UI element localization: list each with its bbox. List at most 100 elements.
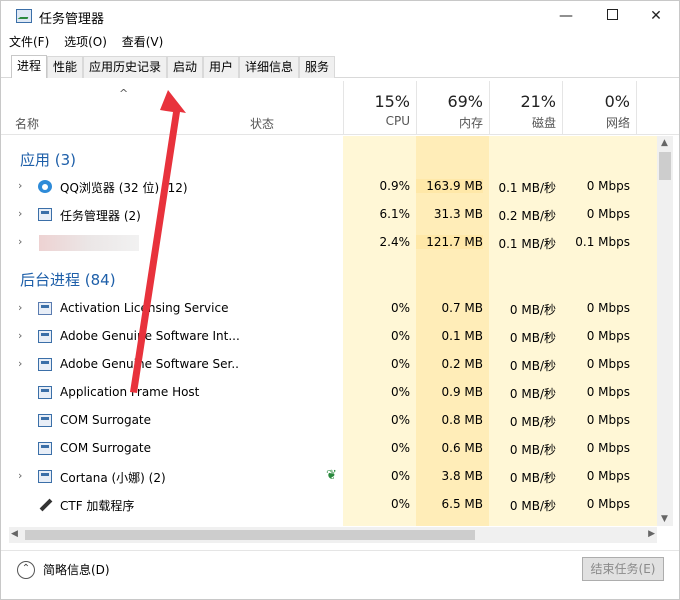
tab-services[interactable]: 服务	[299, 56, 336, 78]
expand-chevron-icon[interactable]: ›	[18, 469, 22, 482]
process-name: QQ浏览器 (32 位) (12)	[60, 181, 188, 195]
memory-cell: 0.8 MB	[441, 413, 483, 427]
memory-cell: 163.9 MB	[416, 179, 483, 193]
scroll-up-icon[interactable]: ▲	[661, 138, 668, 148]
scroll-left-icon[interactable]: ◀	[11, 529, 18, 539]
table-row[interactable]: › 任务管理器 (2) 6.1% 31.3 MB 0.2 MB/秒 0 Mbps	[1, 201, 657, 229]
cpu-cell: 0.9%	[379, 179, 411, 193]
tab-app-history[interactable]: 应用历史记录	[83, 56, 168, 78]
horizontal-scroll-thumb[interactable]	[25, 530, 475, 540]
process-name: Activation Licensing Service	[60, 301, 229, 315]
menu-file[interactable]: 文件(F)	[9, 33, 49, 51]
horizontal-scrollbar[interactable]: ◀ ▶	[9, 527, 657, 543]
scroll-down-icon[interactable]: ▼	[661, 514, 668, 524]
minimize-button[interactable]: —	[543, 1, 589, 31]
disk-cell: 0 MB/秒	[509, 443, 556, 457]
window-icon	[38, 386, 52, 399]
network-cell: 0 Mbps	[586, 441, 630, 455]
tab-processes[interactable]: 进程	[11, 55, 48, 78]
expand-chevron-icon[interactable]: ›	[18, 329, 22, 342]
table-row[interactable]: › QQ浏览器 (32 位) (12) 0.9% 163.9 MB 0.1 MB…	[1, 173, 657, 201]
menu-options[interactable]: 选项(O)	[64, 33, 107, 51]
expand-chevron-icon[interactable]: ›	[18, 235, 22, 248]
expand-chevron-icon[interactable]: ›	[18, 207, 22, 220]
tab-users[interactable]: 用户	[203, 56, 240, 78]
menu-view[interactable]: 查看(V)	[122, 33, 164, 51]
memory-cell: 0.1 MB	[441, 329, 483, 343]
vertical-scrollbar[interactable]: ▲ ▼	[657, 136, 673, 526]
scroll-right-icon[interactable]: ▶	[648, 529, 655, 539]
table-row[interactable]: › 2.4% 121.7 MB 0.1 MB/秒 0.1 Mbps	[1, 229, 657, 257]
cpu-cell: 0%	[390, 357, 410, 371]
memory-cell: 6.5 MB	[441, 497, 483, 511]
tab-details[interactable]: 详细信息	[239, 56, 300, 78]
cpu-cell: 0%	[390, 413, 410, 427]
header-cpu[interactable]: 15% CPU	[343, 81, 416, 135]
tab-bar: 进程 性能 应用历史记录 启动 用户 详细信息 服务	[1, 55, 679, 78]
network-cell: 0 Mbps	[586, 497, 630, 511]
table-row[interactable]: › Activation Licensing Service 0% 0.7 MB…	[1, 295, 657, 323]
maximize-button[interactable]	[589, 1, 635, 31]
table-row[interactable]: › Cortana (小娜) (2) ❦ 0% 3.8 MB 0 MB/秒 0 …	[1, 463, 657, 491]
table-row[interactable]: › Adobe Genuine Software Int... 0% 0.1 M…	[1, 323, 657, 351]
disk-cell: 0 MB/秒	[509, 415, 556, 429]
header-network[interactable]: 0% 网络	[562, 81, 636, 135]
qq-browser-icon	[38, 180, 52, 193]
disk-cell: 0.2 MB/秒	[498, 209, 556, 223]
table-row[interactable]: COM Surrogate 0% 0.8 MB 0 MB/秒 0 Mbps	[1, 407, 657, 435]
end-task-button[interactable]: 结束任务(E)	[582, 557, 664, 581]
network-cell: 0 Mbps	[586, 385, 630, 399]
header-status[interactable]: 状态	[250, 115, 274, 132]
network-cell: 0.1 Mbps	[575, 235, 630, 249]
tab-performance[interactable]: 性能	[47, 56, 84, 78]
task-manager-app-icon	[16, 9, 32, 23]
task-manager-window: 任务管理器 — ✕ 文件(F) 选项(O) 查看(V) 进程 性能 应用历史记录…	[0, 0, 680, 600]
expand-chevron-icon[interactable]: ›	[18, 179, 22, 192]
network-cell: 0 Mbps	[586, 469, 630, 483]
title-bar[interactable]: 任务管理器 — ✕	[1, 1, 679, 31]
network-cell: 0 Mbps	[586, 413, 630, 427]
network-cell: 0 Mbps	[586, 207, 630, 221]
column-header: ^ 名称 状态 15% CPU 69% 内存 21% 磁盘 0% 网络	[1, 81, 679, 135]
table-row[interactable]: CTF 加载程序 0% 6.5 MB 0 MB/秒 0 Mbps	[1, 491, 657, 519]
table-row[interactable]: Application Frame Host 0% 0.9 MB 0 MB/秒 …	[1, 379, 657, 407]
section-row-apps[interactable]: 应用 (3)	[1, 144, 657, 172]
network-cell: 0 Mbps	[586, 179, 630, 193]
cpu-cell: 0%	[390, 469, 410, 483]
disk-cell: 0 MB/秒	[509, 331, 556, 345]
table-row[interactable]: COM Surrogate 0% 0.6 MB 0 MB/秒 0 Mbps	[1, 435, 657, 463]
tab-startup[interactable]: 启动	[167, 56, 204, 78]
vertical-scroll-thumb[interactable]	[659, 152, 671, 180]
section-title-apps: 应用 (3)	[20, 151, 77, 169]
close-button[interactable]: ✕	[633, 1, 679, 31]
header-cpu-label: CPU	[385, 114, 410, 128]
section-row-background[interactable]: 后台进程 (84)	[1, 266, 657, 294]
sort-arrow-icon: ^	[119, 87, 129, 100]
header-memory[interactable]: 69% 内存	[416, 81, 489, 135]
process-name: Application Frame Host	[60, 385, 200, 399]
maximize-icon	[606, 9, 618, 20]
memory-cell: 0.7 MB	[441, 301, 483, 315]
expand-chevron-icon[interactable]: ›	[18, 301, 22, 314]
header-disk-pct: 21%	[520, 92, 556, 111]
table-row[interactable]: › Adobe Genuine Software Ser... 0% 0.2 M…	[1, 351, 657, 379]
process-name: Cortana (小娜) (2)	[60, 471, 166, 485]
cpu-cell: 0%	[390, 329, 410, 343]
disk-cell: 0 MB/秒	[509, 499, 556, 513]
window-icon	[38, 330, 52, 343]
disk-cell: 0.1 MB/秒	[498, 181, 556, 195]
expand-chevron-icon[interactable]: ›	[18, 357, 22, 370]
header-name[interactable]: 名称	[15, 115, 39, 132]
process-list: 应用 (3) › QQ浏览器 (32 位) (12) 0.9% 163.9 MB…	[1, 136, 657, 526]
window-icon	[38, 470, 52, 483]
fewer-details-link[interactable]: 简略信息(D)	[43, 561, 110, 578]
memory-cell: 121.7 MB	[416, 235, 483, 249]
network-cell: 0 Mbps	[586, 357, 630, 371]
pen-icon	[38, 498, 52, 511]
chevron-up-icon[interactable]: ⌃	[17, 561, 35, 579]
disk-cell: 0 MB/秒	[509, 303, 556, 317]
memory-cell: 0.2 MB	[441, 357, 483, 371]
memory-cell: 31.3 MB	[433, 207, 483, 221]
process-name: 任务管理器 (2)	[60, 209, 141, 223]
header-disk[interactable]: 21% 磁盘	[489, 81, 562, 135]
